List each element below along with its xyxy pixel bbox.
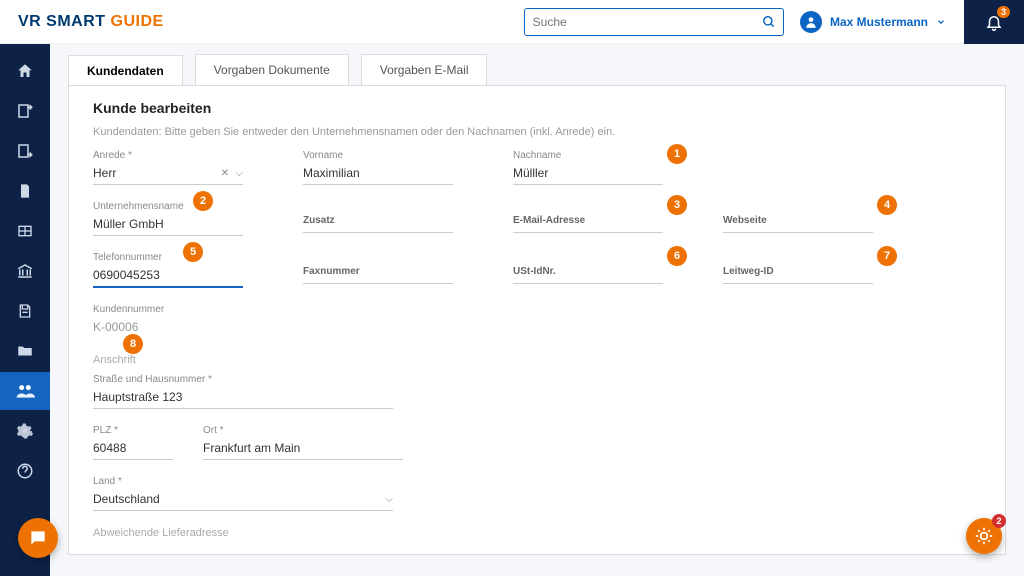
sidebar-settings[interactable] bbox=[0, 412, 50, 450]
field-ust[interactable]: USt-IdNr. 6 bbox=[513, 252, 663, 288]
field-vorname[interactable]: Vorname Maximilian bbox=[303, 150, 453, 185]
callout-6: 6 bbox=[667, 246, 687, 266]
panel: Kunde bearbeiten Kundendaten: Bitte gebe… bbox=[68, 85, 1006, 555]
page-hint: Kundendaten: Bitte geben Sie entweder de… bbox=[93, 126, 981, 138]
tab-vorgaben-email[interactable]: Vorgaben E-Mail bbox=[361, 54, 488, 85]
help-badge: 2 bbox=[992, 514, 1006, 528]
sidebar-export[interactable] bbox=[0, 92, 50, 130]
field-kundennummer: Kundennummer K-00006 bbox=[93, 304, 243, 338]
notification-badge: 3 bbox=[997, 6, 1010, 18]
chevron-down-icon[interactable]: ⌵ bbox=[385, 494, 393, 505]
help-fab[interactable]: 2 bbox=[966, 518, 1002, 554]
field-telefon[interactable]: Telefonnummer 0690045253 5 bbox=[93, 252, 243, 288]
sidebar-table[interactable] bbox=[0, 212, 50, 250]
field-email[interactable]: E-Mail-Adresse 3 bbox=[513, 201, 663, 236]
notifications-button[interactable]: 3 bbox=[964, 0, 1024, 44]
main-content: Kundendaten Vorgaben Dokumente Vorgaben … bbox=[50, 44, 1024, 576]
sidebar-help[interactable] bbox=[0, 452, 50, 490]
section-anschrift: Anschrift bbox=[93, 354, 981, 366]
clear-icon[interactable]: ✕ bbox=[221, 168, 229, 179]
callout-8: 8 bbox=[123, 334, 143, 354]
sidebar bbox=[0, 44, 50, 576]
avatar-icon bbox=[800, 11, 822, 33]
callout-3: 3 bbox=[667, 195, 687, 215]
search-input[interactable] bbox=[524, 8, 784, 36]
sidebar-people[interactable] bbox=[0, 372, 50, 410]
sidebar-home[interactable] bbox=[0, 52, 50, 90]
user-name: Max Mustermann bbox=[830, 15, 928, 29]
app-body: Kundendaten Vorgaben Dokumente Vorgaben … bbox=[0, 44, 1024, 576]
tab-kundendaten[interactable]: Kundendaten bbox=[68, 55, 183, 86]
tab-vorgaben-dokumente[interactable]: Vorgaben Dokumente bbox=[195, 54, 349, 85]
tabs: Kundendaten Vorgaben Dokumente Vorgaben … bbox=[68, 54, 1006, 85]
callout-7: 7 bbox=[877, 246, 897, 266]
brand-logo: VR SMART GUIDE bbox=[18, 13, 164, 31]
callout-5: 5 bbox=[183, 242, 203, 262]
callout-1: 1 bbox=[667, 144, 687, 164]
field-ort[interactable]: Ort * Frankfurt am Main bbox=[203, 425, 403, 460]
chevron-down-icon[interactable]: ⌵ bbox=[235, 168, 243, 179]
sidebar-document[interactable] bbox=[0, 172, 50, 210]
field-strasse[interactable]: Straße und Hausnummer * Hauptstraße 123 bbox=[93, 374, 393, 409]
field-fax[interactable]: Faxnummer bbox=[303, 252, 453, 288]
field-zusatz[interactable]: Zusatz bbox=[303, 201, 453, 236]
sidebar-folder[interactable] bbox=[0, 332, 50, 370]
search-container bbox=[524, 8, 784, 36]
field-land[interactable]: Land * Deutschland ⌵ bbox=[93, 476, 393, 511]
topbar: VR SMART GUIDE Max Mustermann 3 bbox=[0, 0, 1024, 44]
field-webseite[interactable]: Webseite 4 bbox=[723, 201, 873, 236]
sidebar-import[interactable] bbox=[0, 132, 50, 170]
page-title: Kunde bearbeiten bbox=[93, 100, 981, 116]
sidebar-bank[interactable] bbox=[0, 252, 50, 290]
chevron-down-icon bbox=[936, 17, 946, 27]
callout-4: 4 bbox=[877, 195, 897, 215]
search-icon[interactable] bbox=[762, 15, 776, 29]
field-leitweg[interactable]: Leitweg-ID 7 bbox=[723, 252, 873, 288]
field-unternehmen[interactable]: Unternehmensname Müller GmbH 2 bbox=[93, 201, 243, 236]
section-lieferadresse: Abweichende Lieferadresse bbox=[93, 527, 981, 539]
field-nachname[interactable]: Nachname Mülller 1 bbox=[513, 150, 663, 185]
user-menu[interactable]: Max Mustermann bbox=[800, 11, 946, 33]
chat-fab[interactable] bbox=[18, 518, 58, 558]
field-anrede[interactable]: Anrede * Herr ✕ ⌵ bbox=[93, 150, 243, 185]
field-plz[interactable]: PLZ * 60488 bbox=[93, 425, 173, 460]
callout-2: 2 bbox=[193, 191, 213, 211]
sidebar-save[interactable] bbox=[0, 292, 50, 330]
